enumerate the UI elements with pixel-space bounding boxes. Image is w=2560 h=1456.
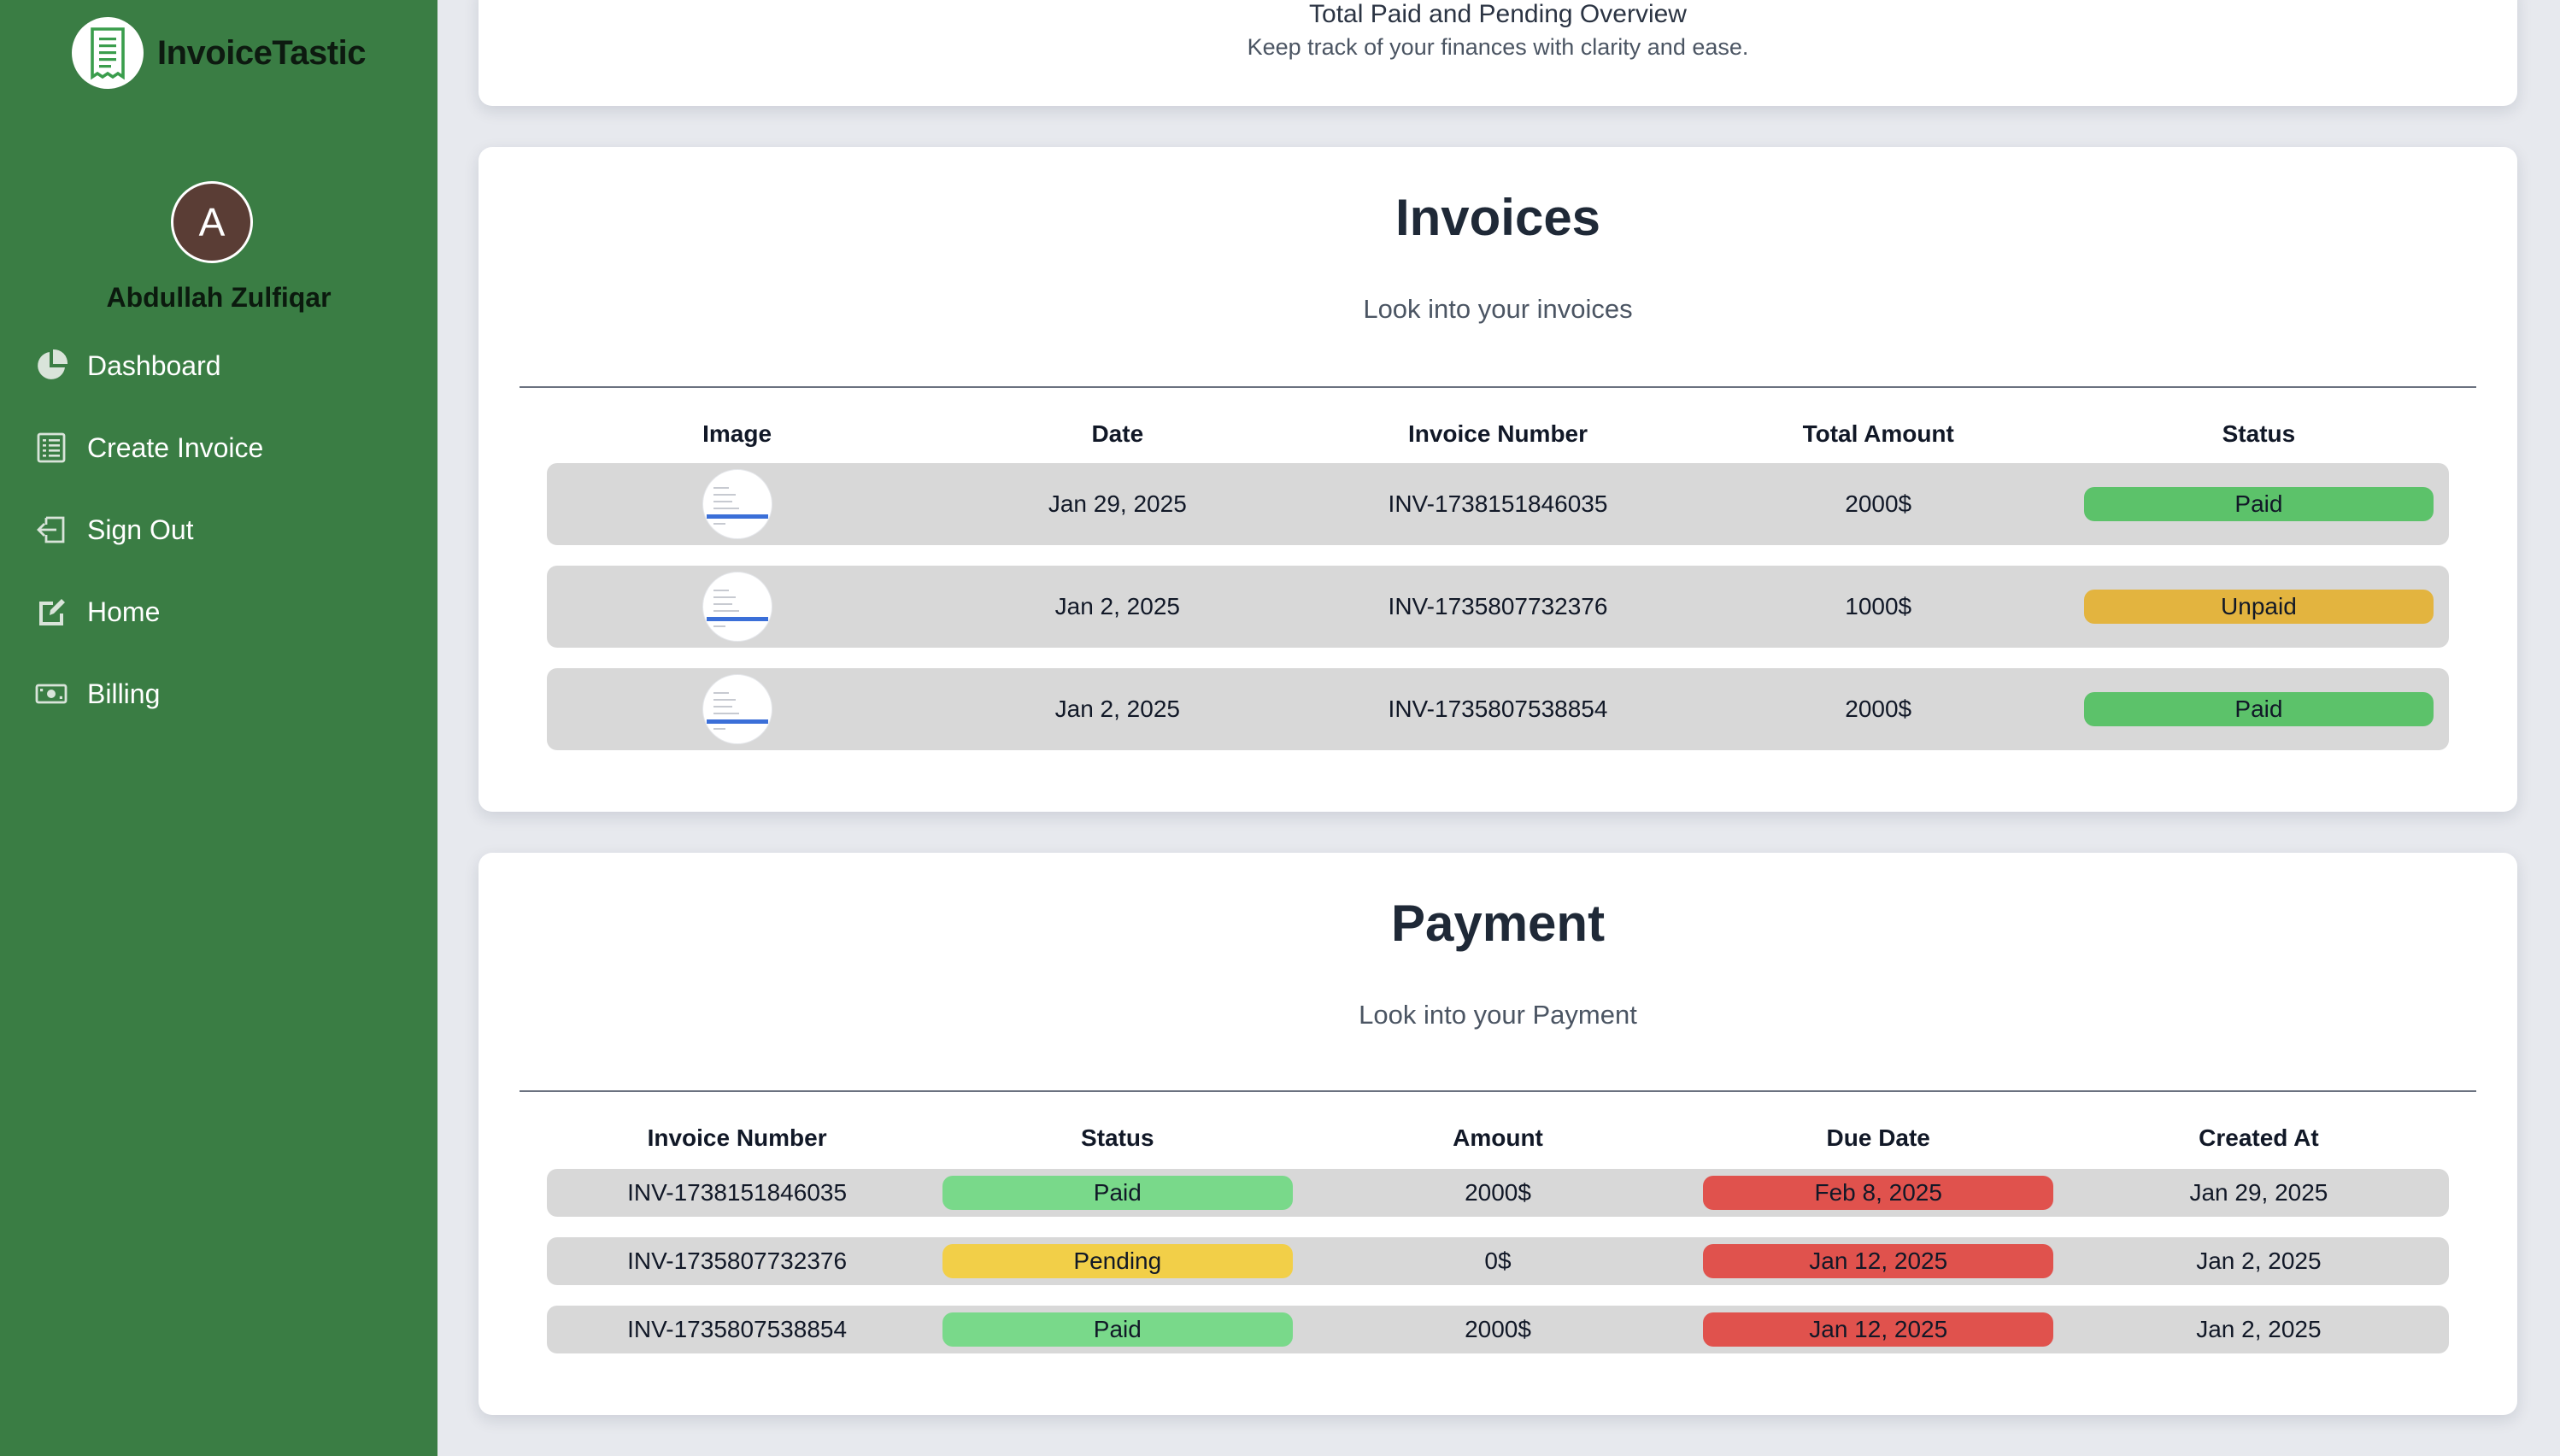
column-header: Image: [702, 420, 772, 447]
payment-card: Payment Look into your Payment Invoice N…: [479, 853, 2517, 1415]
status-badge: Paid: [2083, 692, 2434, 726]
sidebar-nav: Dashboard Create Invoice Sign Out Home B…: [0, 342, 437, 752]
column-header: Date: [1091, 420, 1144, 447]
status-badge: Unpaid: [2083, 590, 2434, 624]
sidebar-item-billing[interactable]: Billing: [0, 670, 437, 718]
table-row[interactable]: Jan 2, 2025 INV-1735807732376 1000$ Unpa…: [547, 566, 2449, 648]
receipt-icon: [32, 429, 70, 467]
status-badge: Pending: [942, 1244, 1293, 1278]
invoice-image-cell: [547, 469, 927, 539]
due-date-cell: Jan 12, 2025: [1688, 1312, 2069, 1347]
due-date-cell: Jan 12, 2025: [1688, 1244, 2069, 1278]
overview-card: Total Paid and Pending Overview Keep tra…: [479, 0, 2517, 106]
payment-invoice-number: INV-1738151846035: [627, 1179, 848, 1206]
column-header: Amount: [1453, 1124, 1543, 1151]
avatar[interactable]: A: [171, 181, 253, 263]
sidebar-item-sign-out[interactable]: Sign Out: [0, 506, 437, 554]
receipt-icon: [72, 17, 144, 89]
invoices-title: Invoices: [1394, 189, 1601, 246]
invoice-thumbnail[interactable]: [702, 469, 772, 539]
column-header: Invoice Number: [1407, 420, 1588, 447]
pie-chart-icon: [32, 347, 70, 385]
status-cell: Paid: [2069, 487, 2449, 521]
payment-amount: 2000$: [1465, 1179, 1531, 1206]
due-date-cell: Feb 8, 2025: [1688, 1176, 2069, 1210]
invoice-number: INV-1735807538854: [1388, 696, 1608, 722]
app-root: InvoiceTastic A Abdullah Zulfiqar Dashbo…: [0, 0, 2560, 1456]
sidebar-item-label: Billing: [87, 678, 161, 709]
user-profile: A Abdullah Zulfiqar: [0, 181, 437, 314]
invoice-image-cell: [547, 572, 927, 642]
sidebar-item-dashboard[interactable]: Dashboard: [0, 342, 437, 390]
column-header: Invoice Number: [647, 1124, 827, 1151]
sidebar-item-label: Home: [87, 596, 161, 627]
invoice-number: INV-1735807732376: [1388, 593, 1608, 619]
column-header: Created At: [2199, 1124, 2319, 1151]
status-cell: Paid: [927, 1176, 1307, 1210]
cash-icon: [32, 675, 70, 713]
sign-out-icon: [32, 511, 70, 549]
column-header: Total Amount: [1802, 420, 1954, 447]
invoice-image-cell: [547, 674, 927, 744]
column-header: Status: [2222, 420, 2296, 447]
brand[interactable]: InvoiceTastic: [72, 17, 366, 89]
payment-invoice-number: INV-1735807538854: [627, 1316, 848, 1342]
due-date-badge: Feb 8, 2025: [1703, 1176, 2053, 1210]
status-cell: Pending: [927, 1244, 1307, 1278]
sidebar-item-label: Create Invoice: [87, 432, 264, 463]
invoice-thumbnail[interactable]: [702, 572, 772, 642]
invoice-date: Jan 2, 2025: [1054, 696, 1180, 722]
payment-subtitle: Look into your Payment: [1359, 1000, 1637, 1030]
created-at: Jan 2, 2025: [2196, 1316, 2322, 1342]
invoices-table-header: Image Date Invoice Number Total Amount S…: [547, 417, 2449, 451]
column-header: Due Date: [1826, 1124, 1930, 1151]
invoice-number: INV-1738151846035: [1388, 490, 1608, 517]
brand-name: InvoiceTastic: [157, 33, 366, 72]
invoice-amount: 2000$: [1845, 490, 1912, 517]
sidebar: InvoiceTastic A Abdullah Zulfiqar Dashbo…: [0, 0, 437, 1456]
table-row[interactable]: Jan 29, 2025 INV-1738151846035 2000$ Pai…: [547, 463, 2449, 545]
invoice-date: Jan 29, 2025: [1048, 490, 1187, 517]
invoice-thumbnail[interactable]: [702, 674, 772, 744]
overview-subtitle: Keep track of your finances with clarity…: [1247, 34, 1749, 60]
status-cell: Paid: [2069, 692, 2449, 726]
sidebar-item-label: Dashboard: [87, 349, 221, 381]
created-at: Jan 2, 2025: [2196, 1248, 2322, 1274]
table-row[interactable]: INV-1735807732376 Pending 0$ Jan 12, 202…: [547, 1237, 2449, 1285]
divider: [520, 1090, 2476, 1092]
payment-title: Payment: [1390, 895, 1606, 952]
due-date-badge: Jan 12, 2025: [1703, 1244, 2053, 1278]
status-badge: Paid: [942, 1312, 1293, 1347]
invoices-subtitle: Look into your invoices: [1363, 294, 1633, 324]
divider: [520, 386, 2476, 388]
edit-icon: [32, 593, 70, 631]
overview-title: Total Paid and Pending Overview: [1309, 0, 1687, 28]
created-at: Jan 29, 2025: [2189, 1179, 2328, 1206]
status-badge: Paid: [2083, 487, 2434, 521]
status-cell: Paid: [927, 1312, 1307, 1347]
payment-invoice-number: INV-1735807732376: [627, 1248, 848, 1274]
payment-amount: 0$: [1484, 1248, 1512, 1274]
due-date-badge: Jan 12, 2025: [1703, 1312, 2053, 1347]
sidebar-item-label: Sign Out: [87, 514, 194, 545]
status-badge: Paid: [942, 1176, 1293, 1210]
user-name: Abdullah Zulfiqar: [106, 282, 332, 313]
invoice-date: Jan 2, 2025: [1054, 593, 1180, 619]
payment-table-header: Invoice Number Status Amount Due Date Cr…: [547, 1121, 2449, 1155]
column-header: Status: [1081, 1124, 1154, 1151]
payment-amount: 2000$: [1465, 1316, 1531, 1342]
status-cell: Unpaid: [2069, 590, 2449, 624]
sidebar-item-create-invoice[interactable]: Create Invoice: [0, 424, 437, 472]
table-row[interactable]: INV-1738151846035 Paid 2000$ Feb 8, 2025…: [547, 1169, 2449, 1217]
table-row[interactable]: INV-1735807538854 Paid 2000$ Jan 12, 202…: [547, 1306, 2449, 1353]
sidebar-item-home[interactable]: Home: [0, 588, 437, 636]
table-row[interactable]: Jan 2, 2025 INV-1735807538854 2000$ Paid: [547, 668, 2449, 750]
invoices-card: Invoices Look into your invoices Image D…: [479, 147, 2517, 812]
invoice-amount: 2000$: [1845, 696, 1912, 722]
invoice-amount: 1000$: [1845, 593, 1912, 619]
